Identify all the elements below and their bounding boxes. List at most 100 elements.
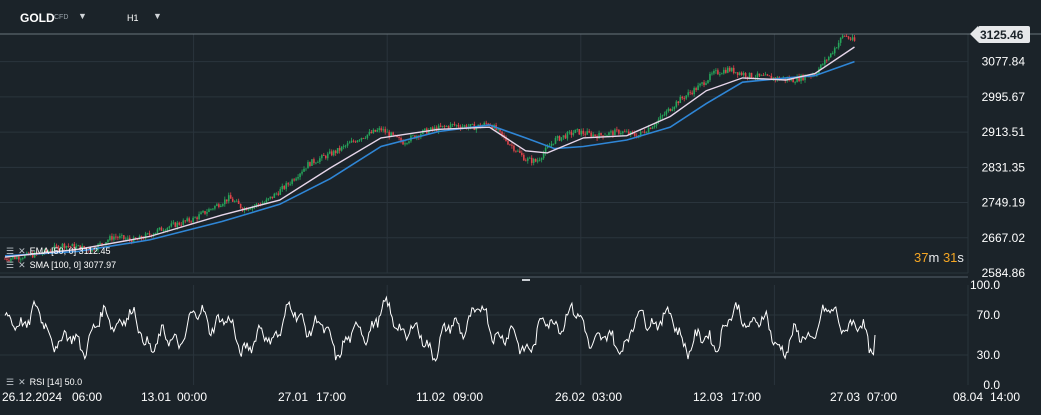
candle bbox=[313, 159, 315, 163]
candle bbox=[354, 141, 357, 143]
candle bbox=[321, 155, 323, 159]
candle bbox=[837, 42, 840, 48]
indicator-remove-icon[interactable]: ✕ bbox=[18, 246, 26, 256]
candle bbox=[827, 57, 830, 61]
ema-legend[interactable]: ☰ ✕ EMA [50, 0] 3112.45 bbox=[6, 246, 111, 257]
rsi-axis-label: 30.0 bbox=[977, 348, 1001, 362]
candle bbox=[742, 73, 745, 75]
candle bbox=[556, 136, 559, 139]
candle bbox=[534, 159, 537, 162]
candle bbox=[273, 193, 276, 198]
candle bbox=[614, 129, 616, 136]
candle bbox=[342, 145, 345, 147]
candle bbox=[586, 131, 588, 135]
candle bbox=[231, 198, 234, 202]
candle bbox=[679, 96, 682, 104]
candle bbox=[239, 203, 242, 208]
indicator-settings-icon[interactable]: ☰ bbox=[6, 246, 14, 256]
candle bbox=[639, 131, 642, 136]
candle bbox=[849, 38, 852, 40]
candle bbox=[469, 124, 472, 127]
candle bbox=[249, 208, 252, 210]
candle bbox=[136, 239, 139, 241]
candle bbox=[570, 131, 573, 135]
candle bbox=[229, 195, 232, 199]
indicator-settings-icon[interactable]: ☰ bbox=[6, 377, 14, 387]
candle bbox=[303, 168, 305, 172]
candle bbox=[190, 221, 192, 223]
sma-legend[interactable]: ☰ ✕ SMA [100, 0] 3077.97 bbox=[6, 260, 116, 271]
indicator-settings-icon[interactable]: ☰ bbox=[6, 260, 14, 270]
candle bbox=[663, 114, 666, 116]
candle bbox=[269, 196, 272, 199]
candle bbox=[408, 141, 410, 144]
candle bbox=[606, 135, 608, 136]
candle bbox=[170, 223, 173, 227]
candle bbox=[350, 140, 353, 143]
candle bbox=[645, 132, 648, 134]
candle bbox=[121, 235, 123, 237]
x-axis-label: 07:00 bbox=[867, 390, 897, 404]
candle bbox=[701, 82, 703, 84]
candle bbox=[319, 158, 321, 162]
candle bbox=[109, 236, 111, 241]
candle bbox=[653, 125, 656, 127]
candle bbox=[227, 195, 230, 202]
candle bbox=[572, 133, 575, 135]
candle bbox=[324, 155, 327, 159]
y-axis-label: 2995.67 bbox=[982, 90, 1026, 104]
candle bbox=[328, 151, 331, 154]
candle bbox=[437, 125, 440, 132]
candle bbox=[301, 171, 303, 174]
candle bbox=[412, 135, 414, 137]
price-chart[interactable]: 3077.84 2995.67 2913.51 2831.35 2749.19 2667.… bbox=[0, 0, 1041, 415]
x-axis-label: 27.01 bbox=[278, 390, 308, 404]
candle bbox=[726, 67, 729, 73]
candle bbox=[820, 64, 822, 69]
candle bbox=[693, 88, 695, 95]
candle bbox=[178, 222, 181, 225]
candle bbox=[590, 132, 592, 137]
candle bbox=[99, 243, 101, 245]
candle bbox=[392, 132, 394, 135]
indicator-remove-icon[interactable]: ✕ bbox=[18, 260, 26, 270]
candle bbox=[839, 37, 842, 43]
rsi-legend[interactable]: ☰ ✕ RSI [14] 50.0 bbox=[6, 377, 82, 388]
candle bbox=[124, 238, 127, 240]
candle bbox=[647, 127, 650, 133]
candle bbox=[281, 185, 284, 190]
candle bbox=[671, 109, 674, 111]
candle bbox=[323, 155, 325, 156]
candle bbox=[566, 132, 569, 139]
candle bbox=[554, 138, 557, 144]
candle bbox=[764, 74, 767, 76]
candle bbox=[451, 124, 454, 125]
candle bbox=[740, 72, 743, 75]
candle bbox=[562, 135, 565, 138]
last-price-tag: 3125.46 bbox=[970, 26, 1030, 43]
candle bbox=[237, 200, 240, 204]
candle bbox=[176, 222, 179, 228]
candle bbox=[372, 129, 375, 134]
candle bbox=[723, 69, 725, 74]
candle bbox=[748, 72, 751, 78]
candle bbox=[206, 211, 208, 214]
candle bbox=[332, 150, 335, 156]
candle bbox=[334, 150, 337, 154]
indicator-remove-icon[interactable]: ✕ bbox=[18, 377, 26, 387]
candle bbox=[689, 92, 691, 94]
x-axis-label: 00:00 bbox=[177, 390, 207, 404]
rsi-line bbox=[4, 295, 876, 362]
candle bbox=[618, 129, 620, 134]
candle bbox=[536, 160, 539, 162]
candle bbox=[317, 161, 319, 163]
candle bbox=[633, 133, 636, 136]
candle bbox=[667, 108, 670, 112]
candle bbox=[717, 70, 719, 75]
candle bbox=[853, 37, 856, 41]
x-axis-label: 14:00 bbox=[990, 390, 1020, 404]
x-axis-label: 06:00 bbox=[72, 390, 102, 404]
candle bbox=[202, 211, 204, 213]
candle bbox=[186, 218, 188, 222]
candle bbox=[184, 220, 187, 222]
